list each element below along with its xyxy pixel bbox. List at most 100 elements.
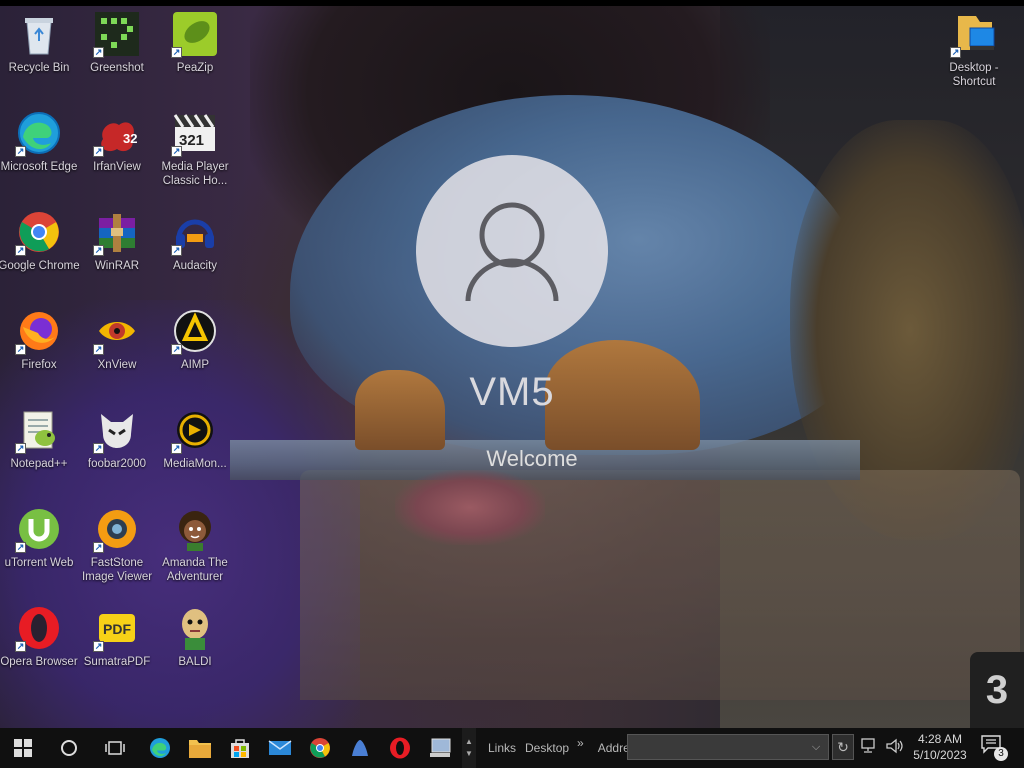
desktop-icon-baldi[interactable]: BALDI [156,600,234,692]
desktop-icon-chrome[interactable]: ↗ Google Chrome [0,204,80,296]
taskbar-mail-button[interactable] [260,728,300,768]
address-go-button[interactable]: ↻ [832,734,854,760]
start-button[interactable] [0,728,46,768]
shortcut-arrow-icon: ↗ [171,245,182,256]
clock-date: 5/10/2023 [913,748,967,762]
desktop-icon-label: Opera Browser [0,656,78,668]
greenshot-icon: ↗ [93,10,141,58]
utorrent-icon: ↗ [15,505,63,553]
scroll-up-icon[interactable]: ▲ [465,736,473,748]
login-status-text: Welcome [486,446,578,471]
desktop-icon-label: Recycle Bin [8,62,70,74]
address-dropdown-icon[interactable]: ⌵ [806,736,826,758]
shortcut-arrow-icon: ↗ [93,47,104,58]
taskbar-computer-button[interactable] [420,728,460,768]
desktop-icon-foobar2000[interactable]: ↗ foobar2000 [78,402,156,494]
desktop-icon-label: Audacity [172,260,218,272]
mediamonkey-icon: ↗ [171,406,219,454]
computer-icon [430,738,451,757]
shortcut-arrow-icon: ↗ [93,443,104,454]
search-circle-icon [61,740,77,756]
mail-icon [268,740,292,755]
desktop-icon-label: BALDI [178,656,212,668]
desktop-icon-irfanview[interactable]: 32 ↗ IrfanView [78,105,156,197]
desktop-icon-mpc[interactable]: 321 ↗ Media Player Classic Ho... [156,105,234,197]
windows-logo-icon [14,739,32,757]
folder-icon [189,740,211,758]
desktop-icon-label: Microsoft Edge [0,161,78,173]
mpc-icon: 321 ↗ [171,109,219,157]
shortcut-arrow-icon: ↗ [15,245,26,256]
toolbar-links[interactable]: Links [488,741,516,755]
toolbar-overflow-chevron[interactable]: » [577,736,584,750]
toolbar-desktop[interactable]: Desktop [525,741,569,755]
user-silhouette-icon [465,202,559,302]
taskbar-file-explorer-button[interactable] [180,728,220,768]
desktop-icon-label: Greenshot [90,62,144,74]
recycle-bin-icon [15,10,63,58]
store-bag-icon [231,739,249,758]
desktop-icon-audacity[interactable]: ↗ Audacity [156,204,234,296]
desktop-icon-xnview[interactable]: ↗ XnView [78,303,156,395]
shortcut-arrow-icon: ↗ [15,146,26,157]
network-icon[interactable] [860,736,880,761]
login-user-name: VM5 [469,370,555,414]
shortcut-arrow-icon: ↗ [171,443,182,454]
desktop-icon-label: PeaZip [176,62,214,74]
desktop-icon-utorrent[interactable]: ↗ uTorrent Web [0,501,78,593]
shortcut-arrow-icon: ↗ [93,641,104,652]
irfanview-badge-text: 32 [123,131,137,146]
desktop-icon-amanda[interactable]: Amanda The Adventurer [156,501,234,593]
shortcut-arrow-icon: ↗ [15,641,26,652]
firefox-icon: ↗ [15,307,63,355]
desktop-icon-firefox[interactable]: ↗ Firefox [0,303,78,395]
shortcut-arrow-icon: ↗ [93,344,104,355]
desktop-icon-label: MediaMon... [163,458,227,470]
desktop-icon-label: XnView [97,359,137,371]
irfanview-icon: 32 ↗ [93,109,141,157]
corner-number-badge: 3 [970,652,1024,728]
desktop-icon-edge[interactable]: ↗ Microsoft Edge [0,105,78,197]
taskbar-store-button[interactable] [220,728,260,768]
desktop-icon-winrar[interactable]: ↗ WinRAR [78,204,156,296]
desktop-icon-label: Firefox [21,359,57,371]
search-button[interactable] [46,728,92,768]
desktop-icon-recycle-bin[interactable]: Recycle Bin [0,6,78,98]
foobar-icon: ↗ [93,406,141,454]
desktop-icon-label: FastStone Image Viewer [81,557,153,583]
desktop-icon-label: Amanda The Adventurer [162,557,228,583]
opera-icon [390,737,410,759]
taskbar-chrome-button[interactable] [300,728,340,768]
blue-app-icon [352,740,368,756]
desktop-icon-notepadpp[interactable]: ↗ Notepad++ [0,402,78,494]
desktop-icon-mediamonkey[interactable]: ↗ MediaMon... [156,402,234,494]
taskbar-scroll[interactable]: ▲ ▼ [462,728,476,768]
desktop-icon-aimp[interactable]: ↗ AIMP [156,303,234,395]
baldi-icon [171,604,219,652]
action-center-button[interactable]: 3 [980,734,1010,762]
audacity-icon: ↗ [171,208,219,256]
notification-count-badge: 3 [994,747,1008,761]
desktop-icon-desktop-shortcut[interactable]: ↗ Desktop - Shortcut [935,6,1013,98]
address-input[interactable] [627,734,829,760]
wallpaper-face-detail [395,470,545,545]
taskbar-edge-button[interactable] [140,728,180,768]
sumatrapdf-icon: PDF ↗ [93,604,141,652]
desktop-icon-greenshot[interactable]: ↗ Greenshot [78,6,156,98]
desktop-icon-sumatrapdf[interactable]: PDF ↗ SumatraPDF [78,600,156,692]
shortcut-arrow-icon: ↗ [15,542,26,553]
xnview-icon: ↗ [93,307,141,355]
volume-icon[interactable] [884,736,904,761]
desktop-icon-label: Desktop - Shortcut [949,62,999,88]
desktop-icon-peazip[interactable]: ↗ PeaZip [156,6,234,98]
task-view-button[interactable] [92,728,138,768]
taskbar-app-button[interactable] [340,728,380,768]
desktop-icon-opera[interactable]: ↗ Opera Browser [0,600,78,692]
desktop-icon-faststone[interactable]: ↗ FastStone Image Viewer [78,501,156,593]
desktop-icon-label: WinRAR [94,260,140,272]
system-clock[interactable]: 4:28 AM 5/10/2023 [908,731,972,763]
scroll-down-icon[interactable]: ▼ [465,748,473,760]
shortcut-arrow-icon: ↗ [171,47,182,58]
taskbar-opera-button[interactable] [380,728,420,768]
shortcut-arrow-icon: ↗ [950,47,961,58]
